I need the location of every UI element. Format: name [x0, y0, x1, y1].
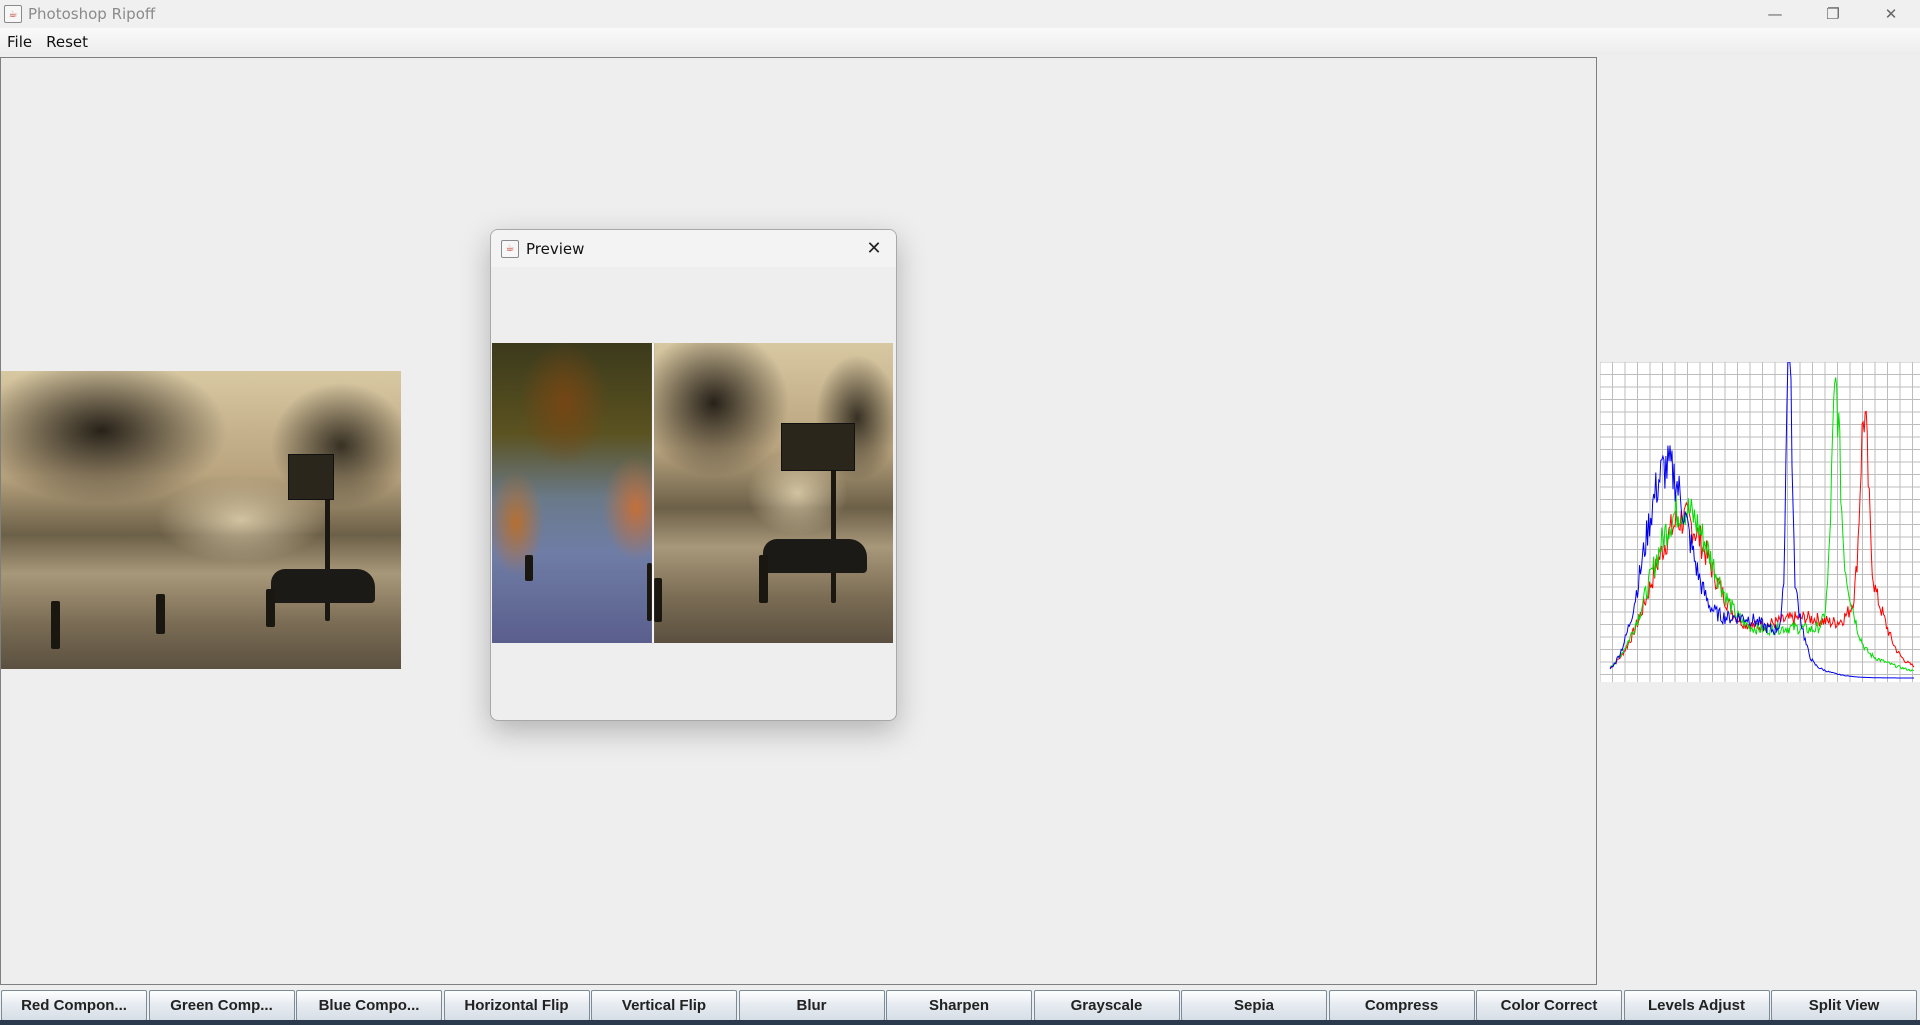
red-component-button[interactable]: Red Compon...: [1, 990, 147, 1021]
preview-sepia-half: [654, 343, 893, 643]
close-icon[interactable]: ✕: [1862, 0, 1920, 28]
main-image: [1, 371, 401, 669]
compress-button[interactable]: Compress: [1328, 990, 1475, 1021]
title-bar: ☕ Photoshop Ripoff — ❐ ✕: [0, 0, 1920, 28]
preview-dialog-title: Preview: [526, 239, 585, 258]
blur-button[interactable]: Blur: [738, 990, 885, 1021]
split-view-divider[interactable]: [652, 343, 654, 643]
split-view-button[interactable]: Split View: [1771, 990, 1917, 1021]
java-app-icon: ☕: [501, 239, 519, 258]
preview-dialog-body: [492, 267, 893, 717]
java-app-icon: ☕: [4, 5, 22, 23]
menu-reset[interactable]: Reset: [39, 33, 95, 51]
levels-adjust-button[interactable]: Levels Adjust: [1623, 990, 1770, 1021]
close-icon[interactable]: ✕: [862, 236, 886, 260]
sepia-button[interactable]: Sepia: [1181, 990, 1327, 1021]
minimize-icon[interactable]: —: [1746, 0, 1804, 28]
preview-dialog: ☕ Preview ✕: [490, 229, 897, 721]
vertical-flip-button[interactable]: Vertical Flip: [591, 990, 737, 1021]
grayscale-button[interactable]: Grayscale: [1033, 990, 1180, 1021]
green-component-button[interactable]: Green Comp...: [148, 990, 295, 1021]
window-controls: — ❐ ✕: [1746, 0, 1920, 28]
window-title: Photoshop Ripoff: [28, 5, 156, 23]
sharpen-button[interactable]: Sharpen: [886, 990, 1032, 1021]
color-correct-button[interactable]: Color Correct: [1476, 990, 1622, 1021]
blue-component-button[interactable]: Blue Compo...: [296, 990, 442, 1021]
taskbar-edge: [0, 1020, 1920, 1025]
preview-original-half: [492, 343, 652, 643]
menu-file[interactable]: File: [0, 33, 39, 51]
histogram-chart: [1600, 362, 1920, 682]
preview-dialog-title-bar[interactable]: ☕ Preview ✕: [491, 230, 896, 267]
restore-icon[interactable]: ❐: [1804, 0, 1862, 28]
menu-bar: File Reset: [0, 28, 1920, 55]
horizontal-flip-button[interactable]: Horizontal Flip: [443, 990, 590, 1021]
